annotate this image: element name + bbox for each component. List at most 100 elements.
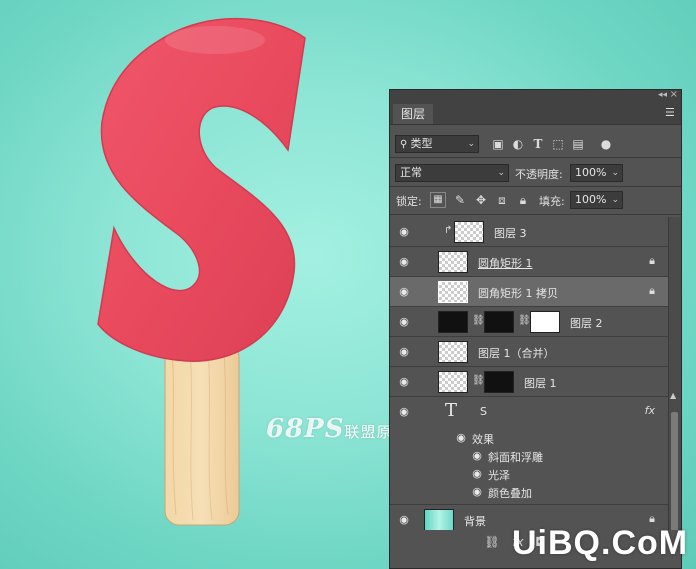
eye-icon[interactable]: ◉ bbox=[397, 315, 411, 329]
fx-icon[interactable]: fx bbox=[645, 404, 655, 417]
layer-thumbnail bbox=[438, 371, 468, 393]
eye-icon[interactable]: ◉ bbox=[397, 405, 411, 419]
tab-layers[interactable]: 图层 bbox=[393, 104, 434, 124]
blend-mode-label: 正常 bbox=[400, 166, 422, 179]
link-icon[interactable]: ⛓ bbox=[518, 315, 531, 326]
effect-color-overlay[interactable]: ◉ 颜色叠加 bbox=[390, 483, 669, 501]
link-layers-icon[interactable]: ⛓ bbox=[484, 534, 500, 550]
type-filter-icon[interactable]: T bbox=[530, 136, 546, 152]
opacity-value: 100% bbox=[575, 166, 607, 179]
chevron-down-icon: ⌄ bbox=[467, 139, 475, 149]
lock-artboard-icon[interactable]: ⧈ bbox=[494, 192, 510, 208]
watermark-brand: 68PS bbox=[266, 414, 345, 444]
layer-name: 图层 1 bbox=[524, 377, 557, 390]
watermark: 68PS联盟原创 bbox=[266, 414, 409, 444]
popsicle-stick bbox=[164, 342, 240, 526]
menu-icon[interactable]: ☰ bbox=[665, 106, 677, 119]
opacity-label: 不透明度: bbox=[515, 168, 563, 181]
layer-thumbnail bbox=[424, 509, 454, 531]
letter-s bbox=[97, 17, 306, 362]
layer-row-1-merged[interactable]: ◉ 图层 1（合并） bbox=[390, 337, 669, 367]
eye-icon[interactable]: ◉ bbox=[397, 285, 411, 299]
lock-icon: 🔒︎ bbox=[649, 254, 655, 267]
eye-icon[interactable]: ◉ bbox=[397, 513, 411, 527]
eye-icon[interactable]: ◉ bbox=[397, 225, 411, 239]
eye-icon[interactable]: ◉ bbox=[397, 255, 411, 269]
blend-mode-select[interactable]: 正常 ⌄ bbox=[395, 164, 509, 182]
layer-row-1[interactable]: ◉ ⛓ 图层 1 bbox=[390, 367, 669, 397]
adjustment-filter-icon[interactable]: ◐ bbox=[510, 136, 526, 152]
mask-thumbnail bbox=[484, 371, 514, 393]
effects-label: 效果 bbox=[472, 433, 494, 446]
eye-icon[interactable]: ◉ bbox=[454, 431, 468, 445]
pixel-filter-icon[interactable]: ▣ bbox=[490, 136, 506, 152]
panel-titlebar: ◂◂ × bbox=[390, 89, 681, 102]
eye-icon[interactable]: ◉ bbox=[397, 375, 411, 389]
lock-pixels-icon[interactable]: ✎ bbox=[452, 192, 468, 208]
effect-name: 颜色叠加 bbox=[488, 487, 532, 500]
layer-row-3[interactable]: ◉ ↱ 图层 3 bbox=[390, 217, 669, 247]
opacity-field[interactable]: 100% ⌄ bbox=[570, 164, 623, 182]
chevron-down-icon: ⌄ bbox=[611, 168, 619, 178]
layer-list-scrollbar[interactable]: ▲ ▼ bbox=[668, 217, 681, 550]
link-icon[interactable]: ⛓ bbox=[472, 375, 485, 386]
layer-name: 图层 1（合并） bbox=[478, 347, 555, 360]
layer-list: ◉ ↱ 图层 3 ◉ 圆角矩形 1 🔒︎ ◉ 圆角矩形 1 拷贝 🔒︎ ◉ ⛓ … bbox=[390, 217, 669, 550]
text-layer-icon: T bbox=[445, 400, 458, 421]
effect-name: 光泽 bbox=[488, 469, 510, 482]
layer-row-rounded-rect-copy[interactable]: ◉ 圆角矩形 1 拷贝 🔒︎ bbox=[390, 277, 669, 307]
lock-label: 锁定: bbox=[396, 195, 422, 208]
layer-row-rounded-rect[interactable]: ◉ 圆角矩形 1 🔒︎ bbox=[390, 247, 669, 277]
fill-field[interactable]: 100% ⌄ bbox=[570, 191, 623, 209]
scrollbar-thumb[interactable] bbox=[671, 412, 678, 536]
lock-transparency-icon[interactable]: ▦ bbox=[430, 192, 446, 208]
chevron-down-icon: ⌄ bbox=[497, 168, 505, 178]
eye-icon[interactable]: ◉ bbox=[470, 485, 484, 499]
scroll-up-icon[interactable]: ▲ bbox=[670, 391, 676, 400]
eye-icon[interactable]: ◉ bbox=[397, 345, 411, 359]
collapse-icon[interactable]: ◂◂ bbox=[658, 90, 667, 100]
divider bbox=[390, 214, 681, 215]
link-icon[interactable]: ⛓ bbox=[472, 315, 485, 326]
layer-thumbnail bbox=[454, 221, 484, 243]
clipping-arrow-icon: ↱ bbox=[444, 225, 453, 236]
eye-icon[interactable]: ◉ bbox=[470, 449, 484, 463]
lock-all-icon[interactable]: 🔒︎ bbox=[515, 192, 531, 208]
layer-row-s-text[interactable]: ◉ T S fx bbox=[390, 397, 669, 427]
fill-label: 填充: bbox=[539, 195, 565, 208]
layer-name: 圆角矩形 1 bbox=[478, 257, 533, 270]
search-icon: ⚲ bbox=[400, 139, 411, 150]
lock-position-icon[interactable]: ✥ bbox=[473, 192, 489, 208]
layer-thumbnail bbox=[438, 281, 468, 303]
layer-thumbnail bbox=[438, 251, 468, 273]
mask-thumbnail bbox=[484, 311, 514, 333]
filter-kind-select[interactable]: ⚲ 类型 ⌄ bbox=[395, 135, 479, 153]
eye-icon[interactable]: ◉ bbox=[470, 467, 484, 481]
layer-name: 背景 bbox=[464, 515, 486, 528]
layer-name: 圆角矩形 1 拷贝 bbox=[478, 287, 558, 300]
panel-tabbar: 图层 ☰ bbox=[390, 102, 681, 125]
layer-thumbnail bbox=[438, 311, 468, 333]
divider bbox=[390, 186, 681, 187]
layer-name: 图层 2 bbox=[570, 317, 603, 330]
layer-name: S bbox=[480, 405, 487, 418]
layer-thumbnail bbox=[438, 341, 468, 363]
fill-value: 100% bbox=[575, 193, 607, 206]
layers-panel: ◂◂ × 图层 ☰ ⚲ 类型 ⌄ ▣ ◐ T ⬚ ▤ ● 正常 ⌄ 不透明度: … bbox=[389, 89, 682, 569]
divider bbox=[390, 157, 681, 158]
filter-kind-label: 类型 bbox=[410, 137, 433, 150]
effects-row[interactable]: ◉ 效果 bbox=[390, 429, 669, 447]
chevron-down-icon: ⌄ bbox=[611, 195, 619, 205]
effect-name: 斜面和浮雕 bbox=[488, 451, 543, 464]
site-logo: UiBQ.CoM bbox=[512, 524, 689, 562]
layer-name: 图层 3 bbox=[494, 227, 527, 240]
effect-bevel-emboss[interactable]: ◉ 斜面和浮雕 bbox=[390, 447, 669, 465]
layer-row-2[interactable]: ◉ ⛓ ⛓ 图层 2 bbox=[390, 307, 669, 337]
mask-thumbnail bbox=[530, 311, 560, 333]
effect-satin[interactable]: ◉ 光泽 bbox=[390, 465, 669, 483]
filter-toggle-icon[interactable]: ● bbox=[598, 136, 614, 152]
smart-object-filter-icon[interactable]: ▤ bbox=[570, 136, 586, 152]
close-icon[interactable]: × bbox=[670, 89, 678, 100]
shape-filter-icon[interactable]: ⬚ bbox=[550, 136, 566, 152]
lock-icon: 🔒︎ bbox=[649, 284, 655, 297]
